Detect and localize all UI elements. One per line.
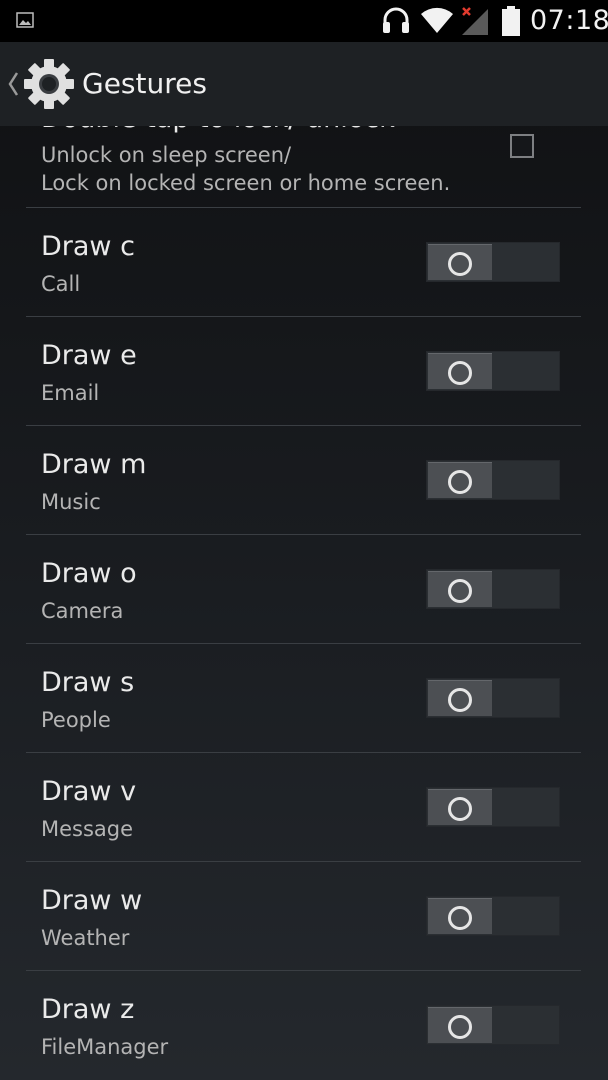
gesture-item-draw-c[interactable]: Draw c Call (26, 208, 581, 316)
gesture-toggle[interactable] (426, 351, 560, 391)
gesture-summary: People (41, 708, 111, 732)
wifi-icon (421, 7, 453, 34)
toggle-off-circle-icon (448, 688, 472, 712)
gesture-summary: Call (41, 272, 81, 296)
gesture-item-draw-z[interactable]: Draw z FileManager (26, 971, 581, 1079)
toggle-off-circle-icon (448, 906, 472, 930)
navigate-up-button[interactable] (3, 58, 79, 110)
gesture-title: Draw m (41, 449, 147, 480)
toggle-off-circle-icon (448, 797, 472, 821)
gesture-toggle[interactable] (426, 460, 560, 500)
toggle-thumb (428, 680, 492, 716)
gesture-item-draw-w[interactable]: Draw w Weather (26, 862, 581, 970)
settings-list[interactable]: Double tap to lock/ unlock Unlock on sle… (0, 126, 608, 1080)
toggle-off-circle-icon (448, 579, 472, 603)
gesture-toggle[interactable] (426, 242, 560, 282)
page-title: Gestures (82, 67, 207, 100)
gesture-summary: Camera (41, 599, 124, 623)
toggle-off-circle-icon (448, 361, 472, 385)
toggle-off-circle-icon (448, 252, 472, 276)
gesture-toggle[interactable] (426, 678, 560, 718)
toggle-thumb (428, 898, 492, 934)
gesture-item-draw-o[interactable]: Draw o Camera (26, 535, 581, 643)
gesture-item-draw-v[interactable]: Draw v Message (26, 753, 581, 861)
toggle-thumb (428, 244, 492, 280)
double-tap-summary-line1: Unlock on sleep screen/ (41, 143, 292, 167)
action-bar: Gestures (0, 42, 608, 126)
headphones-icon (383, 7, 409, 33)
gesture-toggle[interactable] (426, 569, 560, 609)
gesture-summary: Email (41, 381, 100, 405)
gesture-title: Draw w (41, 885, 143, 916)
gesture-item-draw-s[interactable]: Draw s People (26, 644, 581, 752)
settings-gear-icon (24, 59, 74, 109)
gesture-toggle[interactable] (426, 787, 560, 827)
chevron-left-icon (8, 72, 19, 96)
toggle-thumb (428, 462, 492, 498)
toggle-thumb (428, 571, 492, 607)
toggle-thumb (428, 1007, 492, 1043)
gesture-summary: Message (41, 817, 134, 841)
double-tap-title: Double tap to lock/ unlock (41, 126, 395, 136)
gesture-title: Draw o (41, 558, 137, 589)
gesture-title: Draw c (41, 231, 135, 262)
gesture-title: Draw s (41, 667, 135, 698)
signal-no-service-icon (462, 7, 488, 35)
screen: 07:18 Gestures Unlock on sleep screen/ L… (0, 0, 608, 1080)
battery-icon (502, 6, 520, 36)
image-notification-icon (16, 12, 34, 28)
gesture-summary: Weather (41, 926, 130, 950)
double-tap-summary-line2: Lock on locked screen or home screen. (41, 171, 451, 195)
gesture-title: Draw z (41, 994, 135, 1025)
toggle-thumb (428, 789, 492, 825)
gesture-summary: FileManager (41, 1035, 169, 1059)
gesture-title: Draw e (41, 340, 137, 371)
double-tap-checkbox[interactable] (510, 134, 534, 158)
status-bar: 07:18 (0, 0, 608, 42)
gesture-toggle[interactable] (426, 1005, 560, 1045)
gesture-toggle[interactable] (426, 896, 560, 936)
gesture-summary: Music (41, 490, 101, 514)
status-time: 07:18 (530, 5, 608, 36)
toggle-off-circle-icon (448, 1015, 472, 1039)
double-tap-lock-item[interactable]: Double tap to lock/ unlock Unlock on sle… (26, 126, 581, 207)
gesture-item-draw-e[interactable]: Draw e Email (26, 317, 581, 425)
toggle-off-circle-icon (448, 470, 472, 494)
gesture-item-draw-m[interactable]: Draw m Music (26, 426, 581, 534)
gesture-title: Draw v (41, 776, 137, 807)
toggle-thumb (428, 353, 492, 389)
